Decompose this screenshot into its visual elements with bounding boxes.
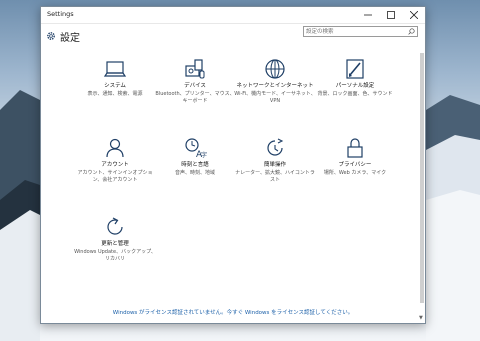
tile-time-language[interactable]: A 字 時刻と言語 音声、時刻、地域	[153, 136, 237, 177]
devices-icon	[185, 59, 205, 79]
tile-system[interactable]: システム 表示、通知、検索、電源	[73, 57, 157, 98]
tile-description: Bluetooth、プリンター、マウス、キーボード	[155, 91, 235, 104]
tile-privacy[interactable]: プライバシー 場所、Web カメラ、マイク	[313, 136, 397, 177]
close-icon	[410, 10, 418, 19]
tile-description: Wi-Fi、機内モード、イーサネット、VPN	[234, 91, 316, 104]
title-bar: Settings	[41, 7, 425, 24]
personalization-icon	[346, 59, 364, 79]
tile-name: プライバシー	[338, 162, 372, 168]
tile-devices[interactable]: デバイス Bluetooth、プリンター、マウス、キーボード	[153, 57, 237, 105]
settings-window: Settings 設定 システム 表示、通知、	[40, 6, 426, 324]
window-title: Settings	[47, 10, 74, 18]
maximize-icon	[387, 10, 395, 19]
tile-accounts[interactable]: アカウント アカウント、サインインオプション、会社アカウント	[73, 136, 157, 184]
tile-description: Windows Update、バックアップ、リカバリ	[74, 249, 156, 262]
tile-name: 簡単操作	[263, 162, 286, 168]
tile-personalization[interactable]: パーソナル設定 背景、ロック画面、色、サウンド	[313, 57, 397, 98]
tile-name: デバイス	[184, 83, 206, 89]
tile-description: 場所、Web カメラ、マイク	[323, 170, 387, 176]
search-input[interactable]	[306, 27, 406, 36]
globe-icon	[265, 59, 285, 79]
tile-name: システム	[104, 83, 126, 89]
search-icon[interactable]	[408, 28, 415, 35]
tile-ease-of-access[interactable]: 簡単操作 ナレーター、拡大鏡、ハイコントラスト	[233, 136, 317, 184]
activation-message[interactable]: Windows がライセンス認証されていません。今すぐ Windows をライセ…	[41, 308, 425, 316]
maximize-button[interactable]	[382, 8, 400, 21]
ease-of-access-icon	[267, 138, 284, 156]
scroll-thumb[interactable]	[420, 53, 424, 303]
tile-description: 音声、時刻、地域	[174, 170, 215, 176]
close-button[interactable]	[405, 8, 423, 21]
minimize-icon	[364, 14, 372, 15]
search-box[interactable]	[303, 26, 418, 37]
tile-network[interactable]: ネットワークとインターネット Wi-Fi、機内モード、イーサネット、VPN	[233, 57, 317, 105]
tile-name: パーソナル設定	[335, 83, 375, 89]
person-icon	[106, 138, 124, 158]
tile-name: 時刻と言語	[181, 162, 209, 168]
time-language-icon: A 字	[185, 138, 207, 160]
tile-description: ナレーター、拡大鏡、ハイコントラスト	[235, 170, 315, 183]
tile-name: 更新と管理	[101, 241, 129, 247]
page-title: 設定	[60, 33, 80, 44]
gear-icon	[47, 32, 55, 40]
tile-description: 背景、ロック画面、色、サウンド	[317, 91, 393, 97]
laptop-icon	[103, 61, 127, 77]
minimize-button[interactable]	[359, 8, 377, 21]
lock-icon	[347, 138, 363, 158]
svg-text:字: 字	[201, 151, 207, 159]
tile-description: アカウント、サインインオプション、会社アカウント	[77, 170, 153, 183]
scrollbar[interactable]: ▼	[419, 49, 424, 321]
refresh-icon	[107, 217, 123, 235]
tile-name: ネットワークとインターネット	[236, 83, 314, 89]
tile-name: アカウント	[101, 162, 129, 168]
tile-update-security[interactable]: 更新と管理 Windows Update、バックアップ、リカバリ	[73, 215, 157, 263]
header: 設定	[41, 25, 425, 47]
tile-description: 表示、通知、検索、電源	[87, 91, 143, 97]
